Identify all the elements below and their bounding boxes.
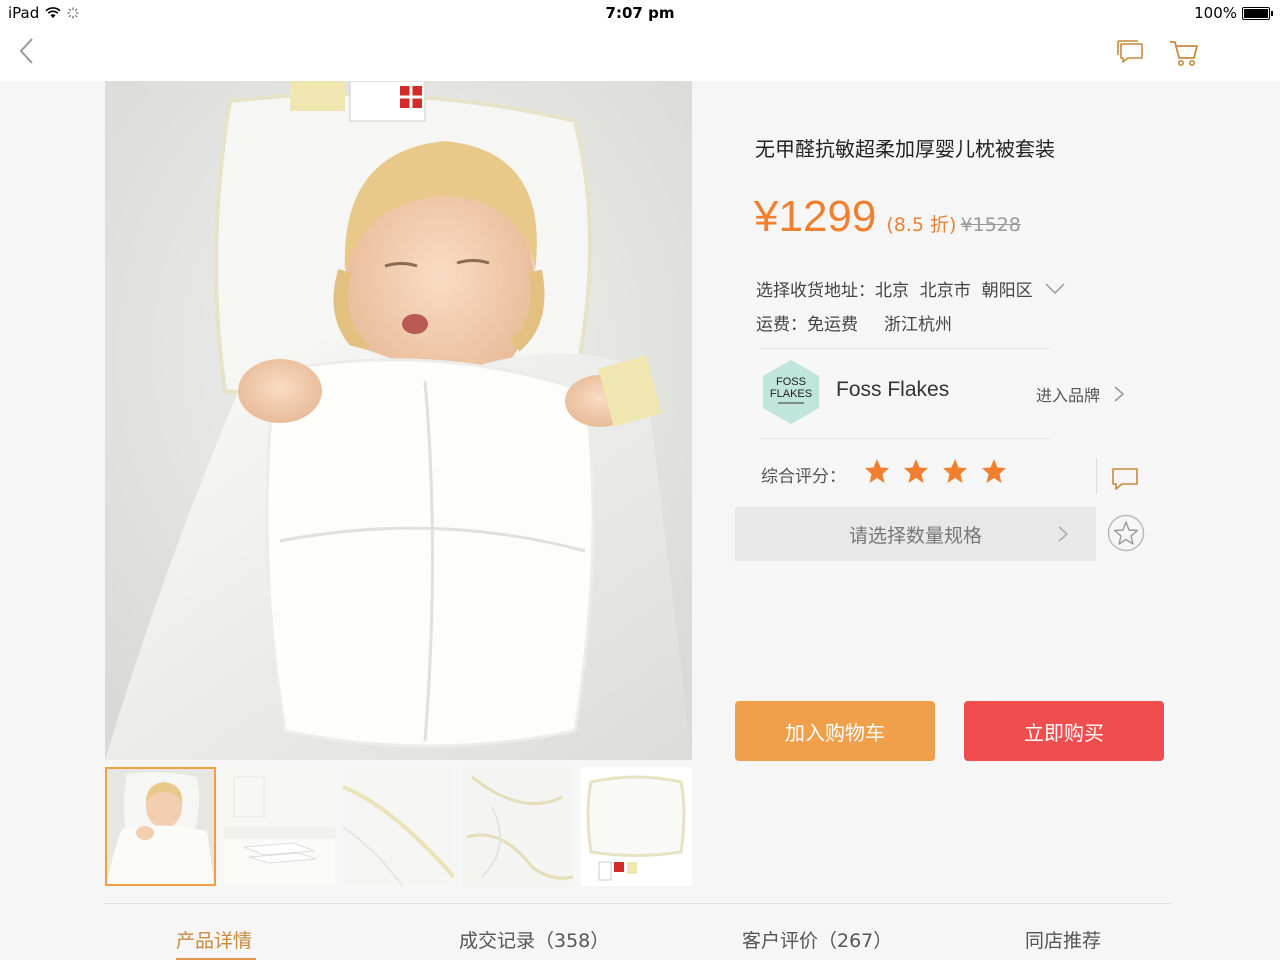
tab-customer-reviews[interactable]: 客户评价（267） — [742, 926, 892, 953]
rating-stars — [864, 458, 1007, 484]
thumbnail[interactable] — [105, 767, 216, 886]
address-value: 北京 北京市 朝阳区 — [875, 281, 1033, 301]
shipping-info: 运费：免运费 浙江杭州 — [756, 310, 952, 335]
original-price: ¥1528 — [960, 214, 1021, 236]
brand-name[interactable]: Foss Flakes — [836, 378, 949, 402]
chevron-right-icon — [1058, 526, 1068, 542]
comment-icon[interactable] — [1111, 466, 1139, 492]
battery-icon — [1242, 6, 1273, 20]
chevron-down-icon[interactable] — [1045, 282, 1065, 295]
shipping-origin: 浙江杭州 — [884, 315, 952, 335]
address-label: 选择收货地址： — [756, 281, 875, 301]
thumbnail[interactable] — [224, 767, 335, 886]
address-selector[interactable]: 选择收货地址： 北京 北京市 朝阳区 — [756, 276, 1065, 301]
thumbnail-strip — [105, 767, 692, 887]
buy-now-button[interactable]: 立即购买 — [964, 701, 1164, 761]
star-icon — [982, 459, 1006, 483]
status-right: 100% — [1194, 4, 1273, 22]
enter-brand-link[interactable]: 进入品牌 — [1036, 382, 1125, 406]
current-price: ¥1299 — [754, 192, 877, 241]
favorite-star-icon[interactable] — [1107, 514, 1145, 552]
product-title: 无甲醛抗敏超柔加厚婴儿枕被套装 — [755, 137, 1055, 161]
add-to-cart-button[interactable]: 加入购物车 — [735, 701, 935, 761]
shipping-value: 免运费 — [807, 315, 858, 335]
tab-product-details[interactable]: 产品详情 — [176, 926, 252, 953]
tab-transaction-records[interactable]: 成交记录（358） — [459, 926, 609, 953]
star-icon — [904, 459, 928, 483]
product-main-image[interactable] — [105, 81, 692, 760]
back-icon[interactable] — [14, 36, 40, 66]
svg-text:FOSS: FOSS — [776, 376, 806, 388]
battery-percent: 100% — [1194, 4, 1237, 22]
nav-bar — [0, 26, 1280, 81]
thumbnail[interactable] — [343, 767, 454, 886]
shipping-label: 运费： — [756, 315, 807, 335]
chevron-right-icon — [1114, 386, 1125, 402]
cart-icon[interactable] — [1168, 38, 1200, 68]
svg-text:FLAKES: FLAKES — [770, 388, 812, 400]
tab-store-recommendations[interactable]: 同店推荐 — [1025, 926, 1101, 953]
divider — [760, 348, 1050, 349]
enter-brand-label: 进入品牌 — [1036, 386, 1101, 405]
divider — [760, 438, 1050, 439]
thumbnail[interactable] — [462, 767, 573, 886]
discount-label: (8.5 折) — [886, 214, 957, 236]
detail-tabs: 产品详情 成交记录（358） 客户评价（267） 同店推荐 — [104, 903, 1172, 960]
vertical-divider — [1096, 458, 1097, 494]
thumbnail[interactable] — [581, 767, 692, 886]
brand-logo[interactable]: FOSS FLAKES — [762, 359, 820, 425]
rating-label: 综合评分： — [761, 467, 846, 487]
status-time: 7:07 pm — [605, 4, 675, 22]
message-icon[interactable] — [1116, 38, 1146, 66]
spec-selector[interactable]: 请选择数量规格 — [735, 507, 1096, 561]
price-row: ¥1299 (8.5 折) ¥1528 — [754, 192, 1021, 242]
star-icon — [865, 459, 889, 483]
spec-selector-label: 请选择数量规格 — [848, 524, 982, 547]
status-bar: iPad 7:07 pm 100% — [0, 0, 1280, 26]
star-icon — [943, 459, 967, 483]
